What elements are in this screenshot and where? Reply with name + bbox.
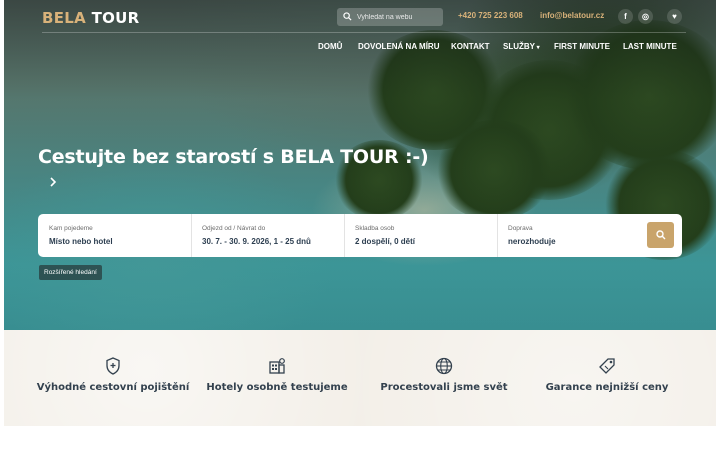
feature-insurance: Výhodné cestovní pojištění <box>28 330 198 426</box>
destination-label: Kam pojedeme <box>49 225 93 232</box>
phone-link[interactable]: +420 725 223 608 <box>458 11 523 20</box>
logo[interactable]: BELA TOUR <box>42 9 140 27</box>
nav-contact[interactable]: KONTAKT <box>451 42 490 51</box>
hero-banner: BELA TOUR +420 725 223 608 info@belatour… <box>4 0 716 330</box>
hero-headline: Cestujte bez starostí s BELA TOUR :-) <box>38 146 429 168</box>
transport-field[interactable]: Doprava nerozhoduje <box>497 214 637 257</box>
facebook-icon[interactable]: f <box>618 9 633 24</box>
feature-insurance-label: Výhodné cestovní pojištění <box>36 382 190 393</box>
logo-tour: TOUR <box>91 9 140 27</box>
chevron-right-icon[interactable] <box>47 175 59 189</box>
dates-value: 30. 7. - 30. 9. 2026, 1 - 25 dnů <box>202 237 311 246</box>
dates-label: Odjezd od / Návrat do <box>202 225 266 232</box>
page: BELA TOUR +420 725 223 608 info@belatour… <box>0 0 720 450</box>
header-divider <box>42 32 686 33</box>
advanced-search-button[interactable]: Rozšířené hledání <box>39 265 102 280</box>
travellers-value: 2 dospělí, 0 dětí <box>355 237 416 246</box>
feature-travelled: Procestovali jsme svět <box>359 330 529 426</box>
logo-bela: BELA <box>42 9 87 27</box>
email-link[interactable]: info@belatour.cz <box>540 11 604 20</box>
nav-last-minute[interactable]: LAST MINUTE <box>623 42 677 51</box>
search-icon <box>343 12 352 21</box>
instagram-icon[interactable]: ◎ <box>638 9 653 24</box>
dates-field[interactable]: Odjezd od / Návrat do 30. 7. - 30. 9. 20… <box>191 214 344 257</box>
nav-first-minute[interactable]: FIRST MINUTE <box>554 42 610 51</box>
globe-icon <box>435 357 453 375</box>
feature-price-guarantee: Garance nejnižší ceny <box>522 330 692 426</box>
chevron-down-icon: ▾ <box>535 45 540 51</box>
hotel-icon <box>269 358 285 374</box>
site-search[interactable] <box>337 8 443 26</box>
nav-services-label: SLUŽBY <box>503 42 535 51</box>
feature-travelled-label: Procestovali jsme svět <box>380 382 508 393</box>
search-icon <box>655 230 665 240</box>
transport-label: Doprava <box>508 225 533 232</box>
price-tag-icon <box>599 358 615 374</box>
travellers-field[interactable]: Skladba osob 2 dospělí, 0 dětí <box>344 214 497 257</box>
search-form: Kam pojedeme Místo nebo hotel Odjezd od … <box>38 214 682 257</box>
nav-home[interactable]: DOMŮ <box>318 42 342 51</box>
search-submit-button[interactable] <box>647 222 674 248</box>
nav-services[interactable]: SLUŽBY ▾ <box>503 42 540 51</box>
destination-field[interactable]: Kam pojedeme Místo nebo hotel <box>38 214 191 257</box>
search-input[interactable] <box>357 8 441 26</box>
feature-price-guarantee-label: Garance nejnižší ceny <box>545 382 669 393</box>
heart-icon[interactable]: ♥ <box>667 9 682 24</box>
travellers-label: Skladba osob <box>355 225 395 232</box>
feature-hotels: Hotely osobně testujeme <box>192 330 362 426</box>
destination-value: Místo nebo hotel <box>49 237 113 246</box>
shield-plus-icon <box>106 357 120 375</box>
nav-custom-holiday[interactable]: DOVOLENÁ NA MÍRU <box>358 42 439 51</box>
feature-hotels-label: Hotely osobně testujeme <box>206 382 348 393</box>
transport-value: nerozhoduje <box>508 237 556 246</box>
features-strip: Výhodné cestovní pojištění Hotely osobně… <box>4 330 716 426</box>
